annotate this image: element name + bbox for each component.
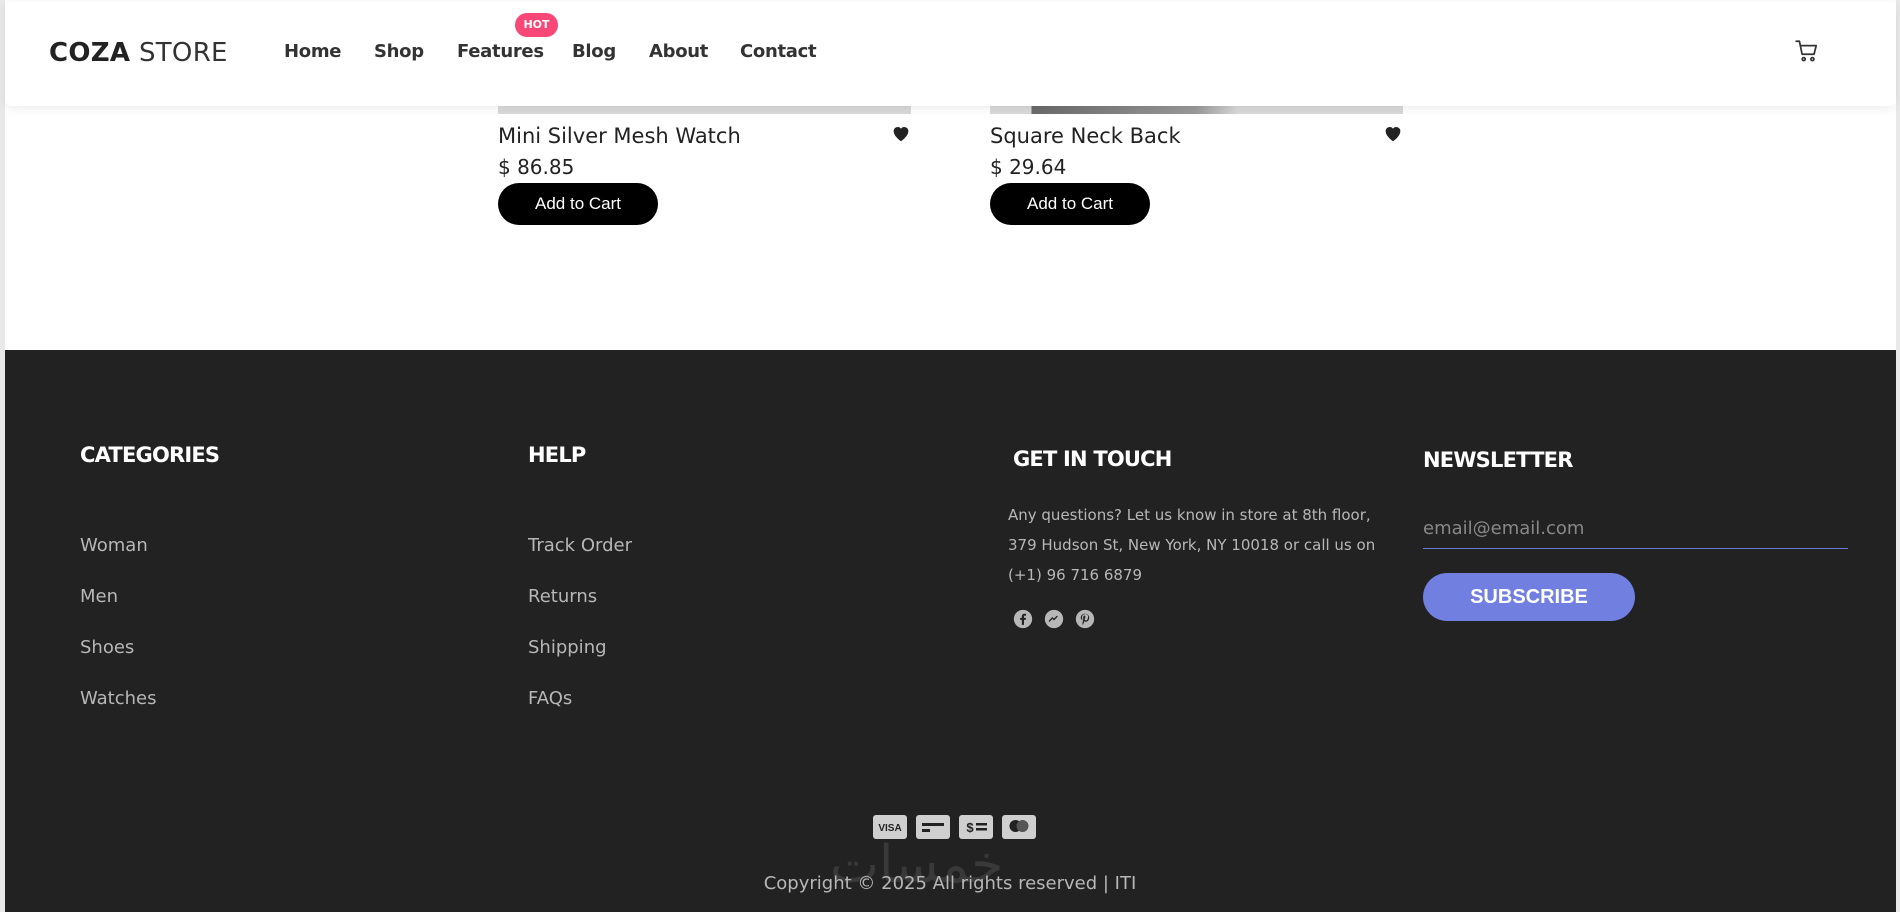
- product-name[interactable]: Mini Silver Mesh Watch: [498, 124, 741, 148]
- subscribe-button[interactable]: SUBSCRIBE: [1423, 573, 1635, 621]
- footer-link-returns[interactable]: Returns: [528, 586, 597, 607]
- site-header: COZA STORE Home Shop Features Blog About…: [5, 2, 1896, 106]
- product-price: $ 86.85: [498, 155, 575, 179]
- logo[interactable]: COZA STORE: [49, 38, 228, 68]
- hot-badge: HOT: [515, 13, 558, 37]
- nav-shop[interactable]: Shop: [374, 41, 424, 62]
- newsletter-title: NEWSLETTER: [1423, 448, 1573, 472]
- nav-blog[interactable]: Blog: [572, 41, 616, 62]
- nav-home[interactable]: Home: [284, 41, 342, 62]
- footer-link-track-order[interactable]: Track Order: [528, 535, 632, 556]
- logo-bold-text: COZA: [49, 38, 131, 68]
- product-price: $ 29.64: [990, 155, 1067, 179]
- get-in-touch-title: GET IN TOUCH: [1013, 447, 1172, 471]
- nav-about[interactable]: About: [649, 41, 708, 62]
- svg-text:$: $: [966, 820, 974, 835]
- email-field[interactable]: [1423, 508, 1848, 549]
- footer-link-shoes[interactable]: Shoes: [80, 637, 134, 658]
- heart-icon[interactable]: [890, 122, 912, 144]
- contact-text: Any questions? Let us know in store at 8…: [1008, 506, 1376, 584]
- help-title: HELP: [528, 443, 586, 467]
- nav-contact[interactable]: Contact: [740, 41, 817, 62]
- svg-text:VISA: VISA: [878, 823, 901, 834]
- nav-features[interactable]: Features: [457, 41, 544, 62]
- footer-link-men[interactable]: Men: [80, 586, 118, 607]
- footer-link-faqs[interactable]: FAQs: [528, 688, 572, 709]
- add-to-cart-button[interactable]: Add to Cart: [990, 183, 1150, 225]
- add-to-cart-button[interactable]: Add to Cart: [498, 183, 658, 225]
- product-name[interactable]: Square Neck Back: [990, 124, 1181, 148]
- heart-icon[interactable]: [1382, 122, 1404, 144]
- facebook-icon[interactable]: [1013, 609, 1033, 629]
- site-footer: [5, 350, 1896, 912]
- mastercard-icon: [1002, 815, 1036, 839]
- logo-light-text: STORE: [138, 38, 228, 68]
- footer-link-woman[interactable]: Woman: [80, 535, 148, 556]
- page-right-edge: [1896, 0, 1900, 912]
- categories-title: CATEGORIES: [80, 443, 220, 467]
- pinterest-icon[interactable]: [1075, 609, 1095, 629]
- copyright-text: Copyright © 2025 All rights reserved | I…: [763, 873, 1137, 894]
- footer-link-shipping[interactable]: Shipping: [528, 637, 607, 658]
- messenger-icon[interactable]: [1044, 609, 1064, 629]
- footer-link-watches[interactable]: Watches: [80, 688, 157, 709]
- shopping-cart-icon[interactable]: [1794, 38, 1820, 64]
